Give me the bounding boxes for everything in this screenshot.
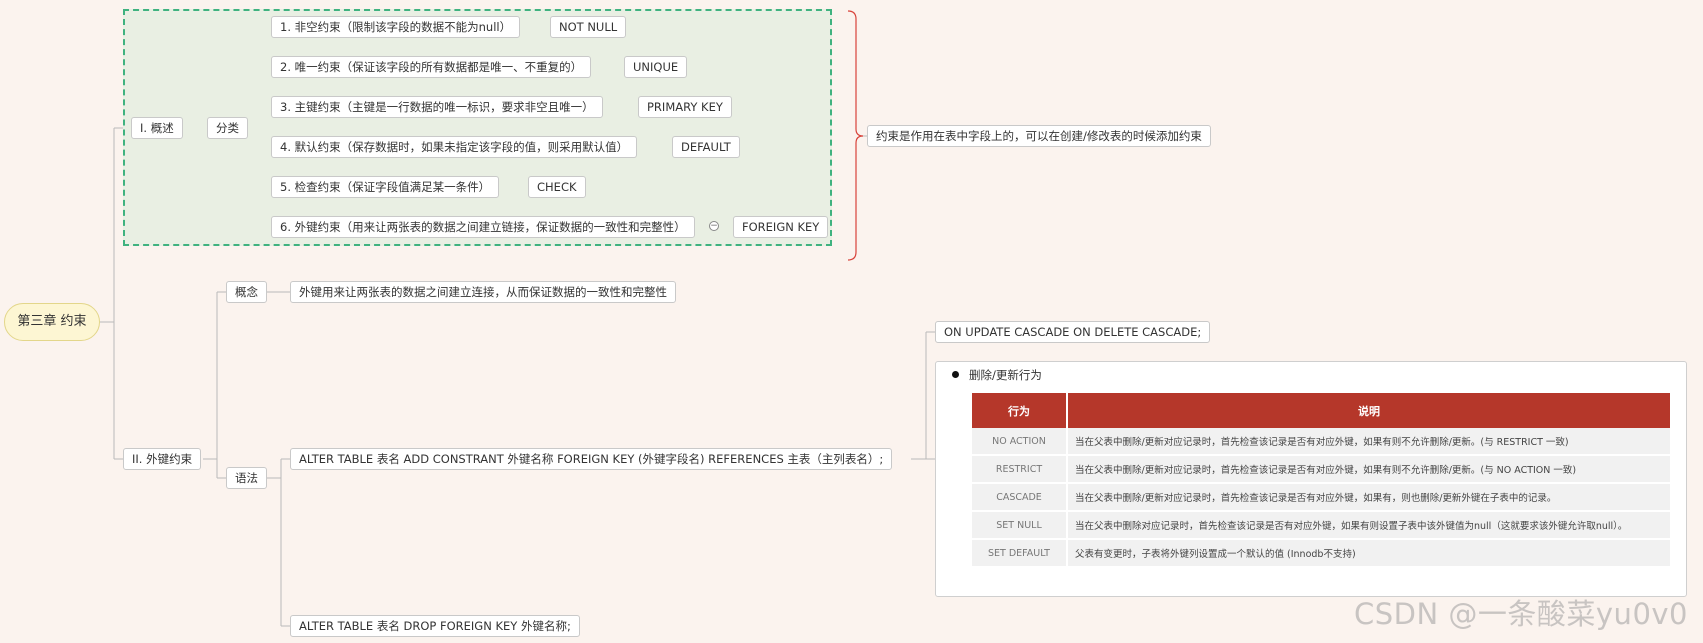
description-cell: 当在父表中删除/更新对应记录时，首先检查该记录是否有对应外键，如果有则不允许删除…	[1067, 428, 1670, 456]
action-cell: SET NULL	[972, 511, 1068, 540]
table-row: SET DEFAULT 父表有变更时，子表将外键列设置成一个默认的值 (Inno…	[972, 539, 1670, 568]
keyword-primary-key[interactable]: PRIMARY KEY	[638, 96, 732, 118]
brace	[847, 10, 864, 261]
table-header-row: 行为 说明	[972, 393, 1670, 428]
concept-text[interactable]: 外键用来让两张表的数据之间建立连接，从而保证数据的一致性和完整性	[290, 281, 676, 303]
constraint-primary-key-desc[interactable]: 3. 主键约束（主键是一行数据的唯一标识，要求非空且唯一）	[271, 96, 603, 118]
add-foreign-key-syntax[interactable]: ALTER TABLE 表名 ADD CONSTRANT 外键名称 FOREIG…	[290, 448, 893, 470]
constraint-check-desc[interactable]: 5. 检查约束（保证字段值满足某一条件）	[271, 176, 500, 198]
table-row: SET NULL 当在父表中删除对应记录时，首先检查该记录是否有对应外键，如果有…	[972, 511, 1670, 540]
category-node[interactable]: 分类	[207, 117, 248, 139]
concept-node[interactable]: 概念	[226, 281, 267, 303]
constraint-default-desc[interactable]: 4. 默认约束（保存数据时，如果未指定该字段的值，则采用默认值）	[271, 136, 638, 158]
constraint-unique-desc[interactable]: 2. 唯一约束（保证该字段的所有数据都是唯一、不重复的）	[271, 56, 592, 78]
keyword-foreign-key[interactable]: FOREIGN KEY	[733, 216, 829, 238]
header-description: 说明	[1067, 393, 1670, 428]
collapse-toggle-icon[interactable]: −	[709, 221, 719, 231]
constraint-note[interactable]: 约束是作用在表中字段上的，可以在创建/修改表的时候添加约束	[867, 125, 1211, 147]
root-topic[interactable]: 第三章 约束	[4, 303, 100, 341]
cascade-syntax[interactable]: ON UPDATE CASCADE ON DELETE CASCADE;	[935, 321, 1211, 343]
panel-title: 删除/更新行为	[952, 367, 1042, 383]
syntax-node[interactable]: 语法	[226, 467, 267, 489]
table-row: CASCADE 当在父表中删除/更新对应记录时，首先检查该记录是否有对应外键，如…	[972, 483, 1670, 512]
constraint-not-null-desc[interactable]: 1. 非空约束（限制该字段的数据不能为null）	[271, 16, 521, 38]
keyword-check[interactable]: CHECK	[528, 176, 586, 198]
description-cell: 当在父表中删除对应记录时，首先检查该记录是否有对应外键，如果有则设置子表中该外键…	[1067, 511, 1670, 540]
keyword-not-null[interactable]: NOT NULL	[550, 16, 627, 38]
action-cell: CASCADE	[972, 483, 1068, 512]
action-cell: NO ACTION	[972, 428, 1068, 456]
panel-title-text: 删除/更新行为	[969, 368, 1042, 382]
description-cell: 当在父表中删除/更新对应记录时，首先检查该记录是否有对应外键，如果有则不允许删除…	[1067, 455, 1670, 484]
header-action: 行为	[972, 393, 1068, 428]
behavior-table: 行为 说明 NO ACTION 当在父表中删除/更新对应记录时，首先检查该记录是…	[972, 393, 1670, 568]
description-cell: 父表有变更时，子表将外键列设置成一个默认的值 (Innodb不支持)	[1067, 539, 1670, 568]
action-cell: RESTRICT	[972, 455, 1068, 484]
watermark: CSDN @一条酸菜yu0v0	[1354, 597, 1689, 631]
keyword-default[interactable]: DEFAULT	[672, 136, 740, 158]
foreign-key-node[interactable]: II. 外键约束	[123, 448, 202, 470]
table-row: RESTRICT 当在父表中删除/更新对应记录时，首先检查该记录是否有对应外键，…	[972, 455, 1670, 484]
constraint-foreign-key-desc[interactable]: 6. 外键约束（用来让两张表的数据之间建立链接，保证数据的一致性和完整性）	[271, 216, 695, 238]
keyword-unique[interactable]: UNIQUE	[624, 56, 688, 78]
description-cell: 当在父表中删除/更新对应记录时，首先检查该记录是否有对应外键，如果有，则也删除/…	[1067, 483, 1670, 512]
delete-update-behavior-panel[interactable]: 删除/更新行为 行为 说明 NO ACTION 当在父表中删除/更新对应记录时，…	[935, 361, 1687, 597]
action-cell: SET DEFAULT	[972, 539, 1068, 568]
overview-node[interactable]: I. 概述	[131, 117, 183, 139]
table-row: NO ACTION 当在父表中删除/更新对应记录时，首先检查该记录是否有对应外键…	[972, 428, 1670, 456]
drop-foreign-key-syntax[interactable]: ALTER TABLE 表名 DROP FOREIGN KEY 外键名称;	[290, 615, 580, 637]
bullet-icon	[952, 371, 959, 378]
